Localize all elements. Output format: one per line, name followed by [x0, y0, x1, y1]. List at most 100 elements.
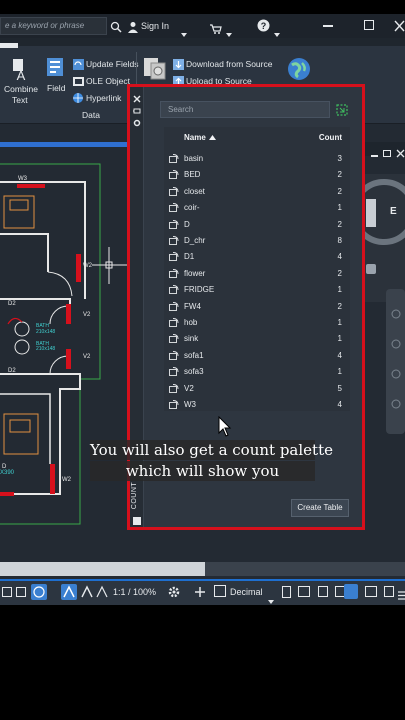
list-item[interactable]: sink 1 — [164, 331, 350, 347]
cart-dropdown-icon[interactable] — [226, 24, 232, 37]
list-item-name: flower — [184, 268, 206, 278]
block-icon — [169, 186, 179, 196]
list-item[interactable]: flower 2 — [164, 266, 350, 282]
palette-search-input[interactable]: Search — [160, 101, 330, 118]
customize-icon[interactable] — [384, 586, 394, 597]
ole-object-label: OLE Object — [86, 76, 130, 86]
list-item[interactable]: closet 2 — [164, 184, 350, 200]
refresh-count-icon[interactable] — [336, 103, 348, 116]
help-icon[interactable]: ? — [257, 19, 270, 32]
ole-object-button[interactable]: OLE Object — [72, 75, 132, 88]
list-item[interactable]: V2 5 — [164, 381, 350, 397]
osnap-toggle-icon[interactable] — [61, 584, 77, 600]
list-item-name: sink — [184, 334, 199, 344]
list-item-count: 1 — [337, 334, 342, 344]
data-group-label: Data — [82, 110, 100, 120]
combine-text-label: Combine — [4, 84, 39, 94]
svg-text:?: ? — [261, 21, 267, 31]
viewport-minimize-icon[interactable] — [371, 155, 378, 157]
combine-text-label-2: Text — [12, 95, 28, 105]
settings-icon[interactable] — [168, 585, 180, 598]
globe-icon[interactable] — [287, 57, 311, 81]
minimize-icon[interactable] — [323, 25, 333, 27]
add-icon[interactable] — [194, 585, 206, 597]
list-item[interactable]: coir- 1 — [164, 200, 350, 216]
list-item[interactable]: FRIDGE 1 — [164, 282, 350, 298]
block-icon — [169, 301, 179, 311]
block-icon — [169, 318, 179, 327]
menu-icon[interactable] — [398, 587, 405, 600]
hyperlink-button[interactable]: Hyperlink — [72, 92, 132, 105]
palette-close-icon[interactable] — [133, 90, 141, 103]
list-item[interactable]: sofa1 4 — [164, 348, 350, 364]
scale-dropdown[interactable]: 1:1 / 100% — [113, 587, 156, 597]
list-item[interactable]: sofa3 1 — [164, 364, 350, 380]
annotation-icon[interactable] — [80, 585, 94, 599]
workspace-icon[interactable] — [298, 586, 310, 597]
column-header-name[interactable]: Name — [184, 133, 217, 142]
list-item-name: V2 — [184, 383, 194, 393]
combine-text-button[interactable]: A Combine Text — [3, 56, 39, 106]
close-icon[interactable] — [394, 19, 405, 32]
download-from-source-button[interactable]: Download from Source — [172, 58, 276, 71]
label-w2-a: W2 — [83, 263, 92, 269]
list-item-name: FW4 — [184, 301, 201, 311]
block-icon — [169, 252, 179, 262]
units-dropdown[interactable]: Decimal — [230, 587, 263, 597]
list-item-name: D — [184, 219, 190, 229]
list-item-name: basin — [184, 154, 204, 163]
list-item-name: BED — [184, 170, 201, 180]
label-bath-2-size: 210x148 — [36, 346, 56, 352]
ribbon-tab-indicator[interactable] — [0, 43, 18, 48]
search-input[interactable]: e a keyword or phrase — [0, 17, 107, 35]
list-item[interactable]: FW4 2 — [164, 299, 350, 315]
units-dropdown-icon[interactable] — [268, 591, 274, 604]
download-from-source-label: Download from Source — [186, 59, 273, 69]
polar-toggle-icon[interactable] — [31, 584, 47, 600]
list-item-count: 3 — [337, 154, 342, 163]
palette-settings-icon[interactable] — [133, 114, 141, 127]
clean-screen-icon[interactable] — [365, 586, 377, 597]
palette-menu-icon[interactable] — [133, 517, 141, 525]
caption-line-1: You will also get a count palette — [90, 440, 333, 460]
annotation-visibility-icon[interactable] — [96, 585, 108, 599]
search-icon[interactable] — [110, 20, 122, 33]
list-item[interactable]: D1 4 — [164, 249, 350, 265]
viewport-restore-icon[interactable] — [383, 150, 391, 157]
update-fields-button[interactable]: Update Fields — [72, 58, 138, 71]
isolate-objects-icon[interactable] — [344, 584, 358, 599]
cart-icon[interactable] — [210, 21, 222, 34]
list-item[interactable]: hob 1 — [164, 315, 350, 331]
status-bar: 1:1 / 100% Decimal — [0, 579, 405, 605]
list-item-count: 2 — [337, 170, 342, 180]
list-item[interactable]: BED 2 — [164, 167, 350, 183]
update-fields-icon — [73, 59, 84, 70]
column-header-count[interactable]: Count — [319, 133, 342, 142]
grid-toggle-icon[interactable] — [2, 587, 12, 597]
sign-in-button[interactable]: Sign In — [141, 21, 169, 31]
viewcube-label[interactable]: E — [390, 206, 397, 217]
maximize-icon[interactable] — [364, 20, 374, 30]
sign-in-dropdown-icon[interactable] — [181, 24, 187, 37]
block-icon — [169, 285, 179, 295]
list-item-count: 4 — [337, 252, 342, 262]
list-item[interactable]: D2 — [164, 217, 350, 233]
help-dropdown-icon[interactable] — [274, 24, 280, 37]
properties-icon[interactable] — [282, 586, 291, 598]
lock-icon[interactable] — [318, 586, 328, 597]
list-item-count: 1 — [337, 367, 342, 377]
label-v2-b: V2 — [83, 354, 91, 360]
list-item[interactable]: D_chr 8 — [164, 233, 350, 249]
list-item[interactable]: basin 3 — [164, 151, 350, 167]
list-item-name: closet — [184, 186, 205, 196]
snap-toggle-icon[interactable] — [16, 587, 26, 597]
isolate-icon[interactable] — [214, 585, 226, 597]
list-item[interactable]: W3 4 — [164, 397, 350, 413]
list-item-count: 4 — [337, 400, 342, 409]
create-table-button[interactable]: Create Table — [291, 499, 349, 517]
palette-autohide-icon[interactable] — [133, 102, 141, 114]
list-item-count: 5 — [337, 383, 342, 393]
caption-line-2: which will show you — [90, 461, 315, 481]
viewport-close-icon[interactable] — [396, 149, 405, 158]
field-button[interactable]: Field — [45, 56, 69, 94]
